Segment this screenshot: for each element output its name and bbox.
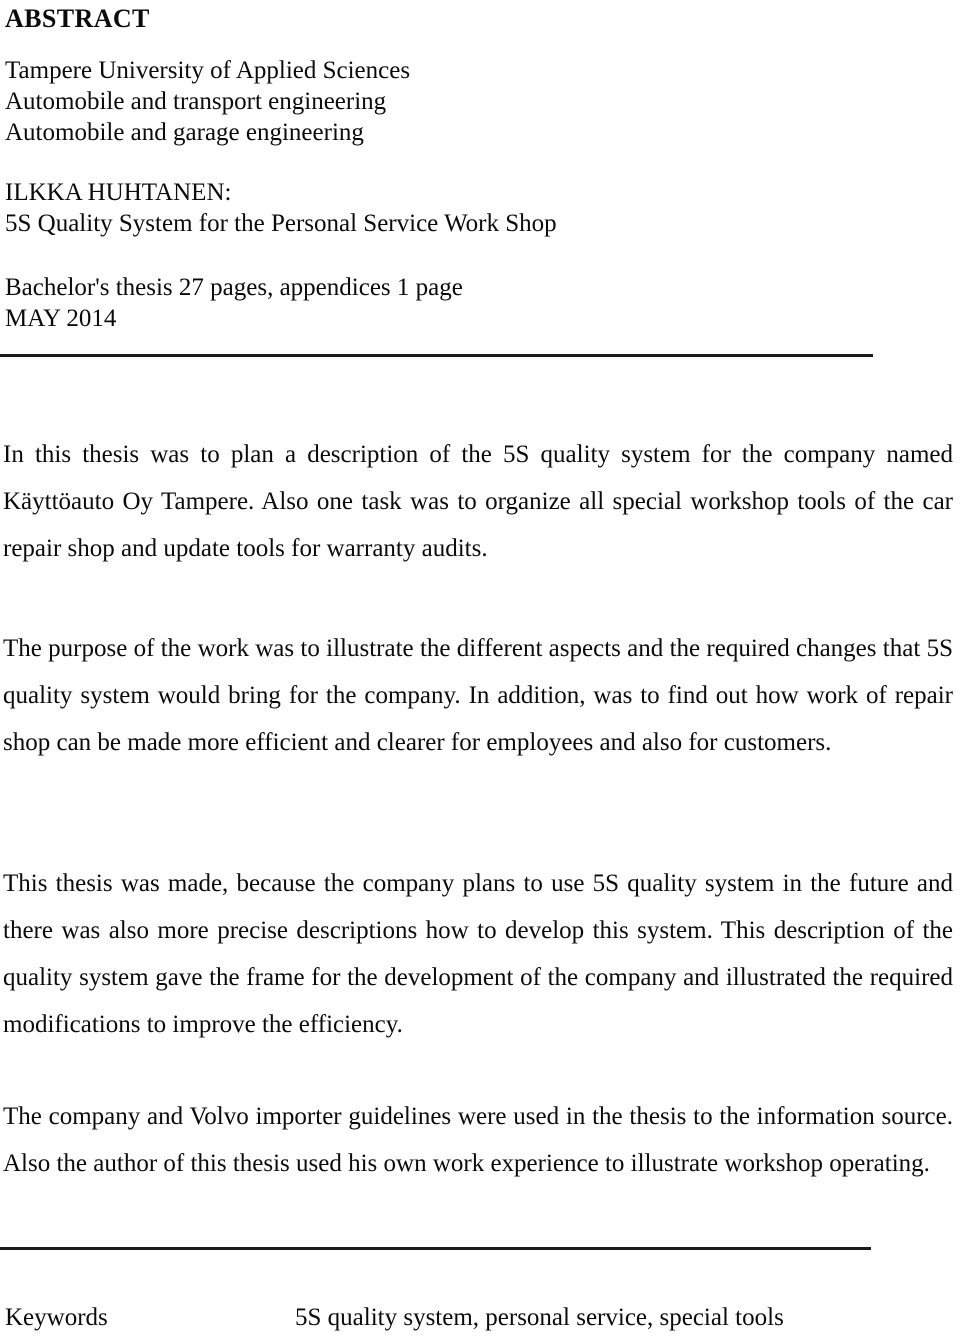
abstract-paragraph-3: This thesis was made, because the compan… <box>3 870 953 1038</box>
keywords-label: Keywords <box>5 1304 108 1331</box>
divider-bottom <box>0 1247 871 1250</box>
thesis-date: MAY 2014 <box>5 305 117 332</box>
thesis-info-block: Bachelor's thesis 27 pages, appendices 1… <box>5 272 463 334</box>
thesis-page-count: Bachelor's thesis 27 pages, appendices 1… <box>5 274 463 301</box>
abstract-paragraph-4: The company and Volvo importer guideline… <box>3 1103 953 1177</box>
abstract-page: ABSTRACT Tampere University of Applied S… <box>0 0 960 1341</box>
institution-program: Automobile and transport engineering <box>5 88 387 115</box>
thesis-title: 5S Quality System for the Personal Servi… <box>5 210 557 237</box>
institution-specialization: Automobile and garage engineering <box>5 119 364 146</box>
divider-top <box>0 354 873 357</box>
author-name: ILKKA HUHTANEN: <box>5 179 232 206</box>
author-block: ILKKA HUHTANEN: 5S Quality System for th… <box>5 177 557 239</box>
keywords-value: 5S quality system, personal service, spe… <box>295 1304 784 1331</box>
institution-name: Tampere University of Applied Sciences <box>5 57 411 84</box>
institution-block: Tampere University of Applied Sciences A… <box>5 55 410 148</box>
abstract-paragraph-1: In this thesis was to plan a description… <box>3 441 953 562</box>
page-title: ABSTRACT <box>5 4 150 33</box>
abstract-paragraph-2: The purpose of the work was to illustrat… <box>3 635 953 756</box>
